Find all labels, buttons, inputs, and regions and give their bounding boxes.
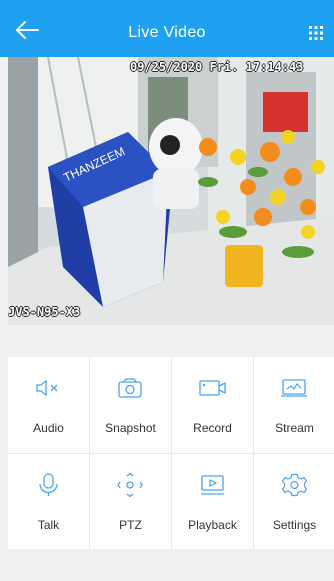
ptz-button[interactable]: PTZ — [90, 454, 171, 549]
settings-button[interactable]: Settings — [254, 454, 334, 549]
app-header: Live Video — [0, 0, 334, 57]
bottom-area — [8, 549, 334, 581]
camera-icon — [118, 378, 142, 398]
talk-label: Talk — [37, 518, 60, 532]
playback-icon — [201, 475, 224, 495]
video-frame-image: THANZEEM — [8, 57, 334, 325]
stream-label: Stream — [275, 421, 314, 435]
speaker-muted-icon — [36, 379, 58, 397]
snapshot-label: Snapshot — [105, 421, 156, 435]
audio-button[interactable]: Audio — [8, 357, 89, 452]
page-title: Live Video — [128, 24, 206, 41]
gear-icon — [281, 473, 308, 497]
playback-button[interactable]: Playback — [172, 454, 253, 549]
live-video-view[interactable]: THANZEEM 09/25/2020 Fri. 17:14:43 JVS-N9… — [8, 57, 334, 325]
ptz-arrows-icon — [117, 473, 143, 497]
grid-menu-icon[interactable] — [308, 25, 324, 41]
snapshot-button[interactable]: Snapshot — [90, 357, 171, 452]
stream-button[interactable]: Stream — [254, 357, 334, 452]
video-record-icon — [199, 380, 226, 396]
microphone-icon — [39, 473, 58, 496]
video-timestamp: 09/25/2020 Fri. 17:14:43 — [130, 60, 304, 74]
control-grid: Audio Snapshot Record Stream Talk PTZ Pl… — [8, 357, 334, 549]
settings-label: Settings — [272, 518, 317, 532]
ptz-label: PTZ — [119, 518, 142, 532]
talk-button[interactable]: Talk — [8, 454, 89, 549]
record-label: Record — [193, 421, 232, 435]
record-button[interactable]: Record — [172, 357, 253, 452]
stream-monitor-icon — [281, 379, 307, 397]
playback-label: Playback — [188, 518, 237, 532]
audio-label: Audio — [33, 421, 64, 435]
device-name-overlay: JVS-N95-X3 — [8, 305, 81, 319]
